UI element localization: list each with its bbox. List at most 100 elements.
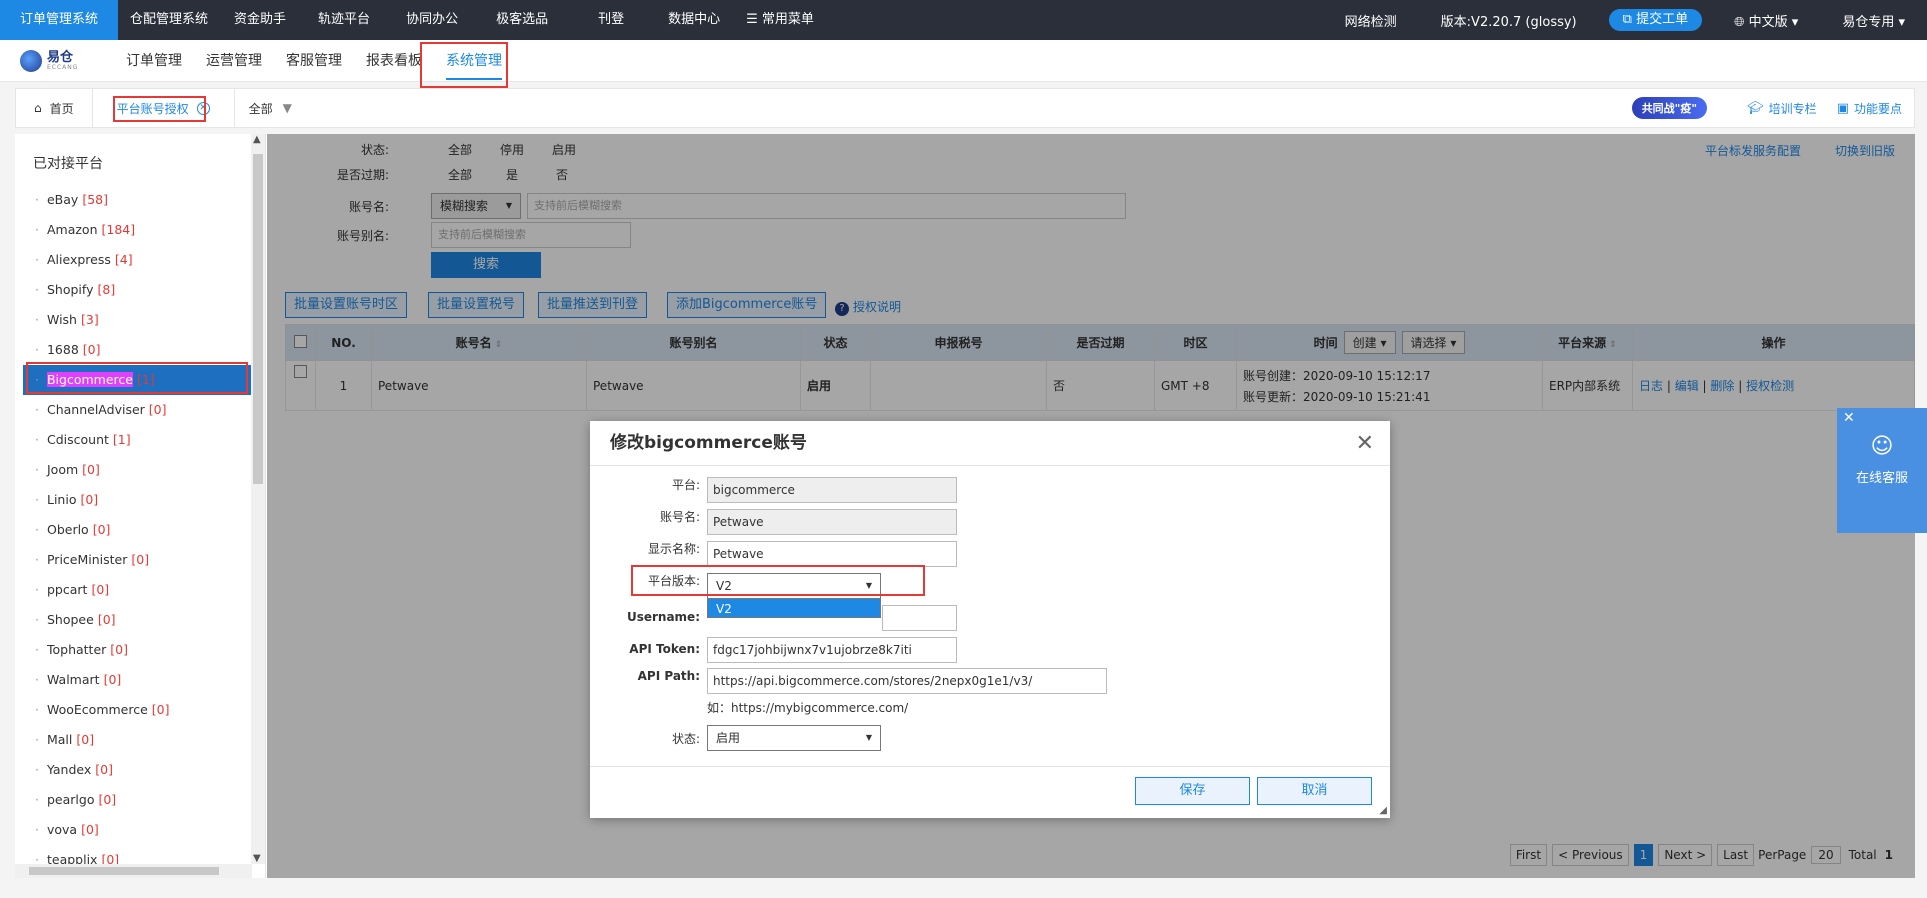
graduation-cap-icon: 🎓︎ xyxy=(1747,100,1764,116)
tab-row: ⌂ 首页 平台账号授权 ✕ 全部 ▼ 共同战"疫" 🎓︎ 培训专栏 ▣ 功能要点 xyxy=(15,88,1915,128)
sidebar-item-count: [0] xyxy=(76,732,95,747)
sidebar-item[interactable]: · Joom [0] xyxy=(15,455,265,485)
bullet-icon: · xyxy=(35,432,39,447)
version-option-v2[interactable]: V2 xyxy=(707,598,881,618)
bullet-icon: · xyxy=(35,822,39,837)
nav-selection[interactable]: 极客选品 xyxy=(476,0,568,40)
close-icon[interactable]: ✕ xyxy=(1843,410,1855,426)
menu-reports[interactable]: 报表看板 xyxy=(354,40,434,82)
sidebar-item[interactable]: · WooEcommerce [0] xyxy=(15,695,265,725)
scroll-thumb[interactable] xyxy=(29,867,219,875)
save-button[interactable]: 保存 xyxy=(1135,777,1250,805)
scroll-thumb[interactable] xyxy=(253,154,263,484)
sidebar-item[interactable]: · Tophatter [0] xyxy=(15,635,265,665)
nav-warehouse[interactable]: 仓配管理系统 xyxy=(118,0,220,40)
sidebar-item-label: Mall xyxy=(46,732,73,747)
resize-handle-icon[interactable]: ◢ xyxy=(1379,805,1387,816)
campaign-badge[interactable]: 共同战"疫" xyxy=(1631,97,1708,119)
sidebar-item-label: ppcart xyxy=(46,582,88,597)
sidebar-item[interactable]: · Shopify [8] xyxy=(15,275,265,305)
ticket-icon: ⧉ xyxy=(1622,12,1637,27)
scroll-down-icon[interactable]: ▼ xyxy=(253,853,261,864)
sidebar-item[interactable]: · 1688 [0] xyxy=(15,335,265,365)
nav-listing[interactable]: 刊登 xyxy=(568,0,654,40)
sidebar-item[interactable]: · Linio [0] xyxy=(15,485,265,515)
menu-operations[interactable]: 运营管理 xyxy=(194,40,274,82)
version-select[interactable]: V2 ▼ xyxy=(707,573,881,599)
sidebar-item[interactable]: · Yandex [0] xyxy=(15,755,265,785)
sidebar-item[interactable]: · Wish [3] xyxy=(15,305,265,335)
display-name-field[interactable]: Petwave xyxy=(707,541,957,567)
platform-label: 平台: xyxy=(671,478,700,492)
bullet-icon: · xyxy=(35,582,39,597)
top-navbar: 订单管理系统 仓配管理系统 资金助手 轨迹平台 协同办公 极客选品 刊登 数据中… xyxy=(0,0,1927,40)
tips-link[interactable]: ▣ 功能要点 xyxy=(1837,100,1902,117)
sidebar-item[interactable]: · ChannelAdviser [0] xyxy=(15,395,265,425)
menu-system[interactable]: 系统管理 xyxy=(434,40,514,82)
sidebar-item-count: [184] xyxy=(101,222,136,237)
nav-finance[interactable]: 资金助手 xyxy=(220,0,300,40)
cancel-button[interactable]: 取消 xyxy=(1257,777,1372,805)
nav-office[interactable]: 协同办公 xyxy=(388,0,476,40)
sidebar-item[interactable]: · PriceMinister [0] xyxy=(15,545,265,575)
sidebar-item[interactable]: · Walmart [0] xyxy=(15,665,265,695)
sidebar-item[interactable]: · pearlgo [0] xyxy=(15,785,265,815)
tab-home[interactable]: ⌂ 首页 xyxy=(16,89,93,127)
submit-ticket-button[interactable]: ⧉ 提交工单 xyxy=(1608,9,1703,31)
filter-all-dropdown[interactable]: 全部 ▼ xyxy=(233,89,292,127)
caret-down-icon: ▼ xyxy=(865,733,872,742)
sidebar-item[interactable]: · Shopee [0] xyxy=(15,605,265,635)
sidebar-item[interactable]: · Bigcommerce [1] xyxy=(23,365,257,395)
bullet-icon: · xyxy=(35,702,39,717)
sidebar-item-count: [4] xyxy=(114,252,133,267)
bullet-icon: · xyxy=(35,732,39,747)
platform-field: bigcommerce xyxy=(707,477,957,503)
bullet-icon: · xyxy=(35,462,39,477)
menu-service[interactable]: 客服管理 xyxy=(274,40,354,82)
logo-mark-icon xyxy=(20,49,42,72)
tab-platform-auth[interactable]: 平台账号授权 ✕ xyxy=(111,89,216,127)
sidebar-item[interactable]: · ppcart [0] xyxy=(15,575,265,605)
edit-account-modal: 修改bigcommerce账号 ✕ 平台: bigcommerce 账号名: Pe… xyxy=(590,421,1390,818)
close-icon[interactable]: ✕ xyxy=(1356,421,1374,466)
nav-common-menu[interactable]: ☰ 常用菜单 xyxy=(734,0,826,40)
language-select[interactable]: 🌐︎ 中文版 ▾ xyxy=(1712,11,1820,30)
nav-tracking[interactable]: 轨迹平台 xyxy=(300,0,388,40)
nav-data-center[interactable]: 数据中心 xyxy=(654,0,734,40)
sidebar-item[interactable]: · eBay [58] xyxy=(15,185,265,215)
sidebar-item-label: Amazon xyxy=(46,222,98,237)
sidebar-item[interactable]: · Aliexpress [4] xyxy=(15,245,265,275)
close-tab-icon[interactable]: ✕ xyxy=(196,101,210,115)
network-check[interactable]: 网络检测 xyxy=(1323,11,1419,30)
sidebar-item[interactable]: · vova [0] xyxy=(15,815,265,845)
sidebar-item-count: [58] xyxy=(82,192,108,207)
online-service-widget[interactable]: ✕ ☺ 在线客服 xyxy=(1837,408,1927,533)
sidebar-horizontal-scrollbar[interactable] xyxy=(15,864,252,878)
bullet-icon: · xyxy=(35,792,39,807)
sidebar-item[interactable]: · Cdiscount [1] xyxy=(15,425,265,455)
username-field[interactable] xyxy=(882,605,957,631)
bullet-icon: · xyxy=(35,492,39,507)
state-select[interactable]: 启用 ▼ xyxy=(707,725,881,751)
menu-orders[interactable]: 订单管理 xyxy=(114,40,194,82)
sidebar-item-count: [0] xyxy=(82,462,100,477)
training-link[interactable]: 🎓︎ 培训专栏 xyxy=(1747,100,1817,117)
sidebar-item-label: PriceMinister xyxy=(46,552,128,567)
bullet-icon: · xyxy=(35,312,39,327)
bullet-icon: · xyxy=(35,282,39,297)
modal-header: 修改bigcommerce账号 ✕ xyxy=(590,421,1390,466)
caret-down-icon: ▼ xyxy=(282,101,292,115)
api-token-field[interactable]: fdgc17johbijwnx7v1ujobrze8k7iti xyxy=(707,637,957,663)
chevron-down-icon: ▾ xyxy=(1894,14,1905,30)
sidebar-item[interactable]: · Mall [0] xyxy=(15,725,265,755)
api-path-field[interactable]: https://api.bigcommerce.com/stores/2nepx… xyxy=(707,668,1107,694)
scroll-up-icon[interactable]: ▲ xyxy=(253,134,261,145)
user-menu[interactable]: 易仓专用 ▾ xyxy=(1820,11,1927,30)
sidebar-item-label: Cdiscount xyxy=(46,432,109,447)
sidebar-item-count: [0] xyxy=(148,402,167,417)
sidebar-item[interactable]: · Amazon [184] xyxy=(15,215,265,245)
nav-order-system[interactable]: 订单管理系统 xyxy=(0,0,119,40)
sidebar-item[interactable]: · Oberlo [0] xyxy=(15,515,265,545)
sidebar-vertical-scrollbar[interactable]: ▲ ▼ xyxy=(251,134,265,864)
modal-footer-divider xyxy=(590,766,1390,767)
